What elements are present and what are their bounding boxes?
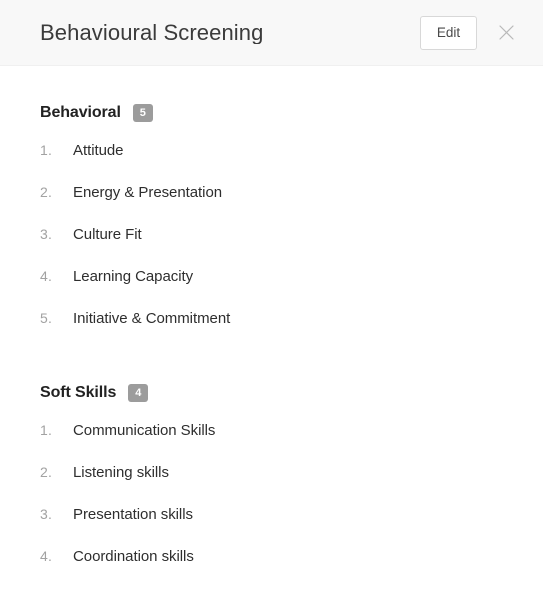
section-count-badge: 4 <box>128 384 149 402</box>
list-item-label: Presentation skills <box>73 506 193 523</box>
list-item-index: 2. <box>40 464 53 480</box>
behavioural-screening-panel: Behavioural Screening Edit Behavioral 5 … <box>0 0 543 600</box>
list-item-index: 1. <box>40 142 53 158</box>
list-item-index: 4. <box>40 548 53 564</box>
list-item[interactable]: 4. Learning Capacity <box>40 269 503 311</box>
close-button[interactable] <box>491 18 521 48</box>
list-item[interactable]: 3. Presentation skills <box>40 507 503 549</box>
close-icon <box>498 24 515 41</box>
list-item[interactable]: 2. Energy & Presentation <box>40 185 503 227</box>
list-item[interactable]: 1. Attitude <box>40 143 503 185</box>
list-item-index: 1. <box>40 422 53 438</box>
list-item-index: 4. <box>40 268 53 284</box>
list-item-label: Initiative & Commitment <box>73 310 231 327</box>
list-item[interactable]: 1. Communication Skills <box>40 423 503 465</box>
list-item[interactable]: 3. Culture Fit <box>40 227 503 269</box>
page-title: Behavioural Screening <box>40 21 264 44</box>
list-item-label: Energy & Presentation <box>73 184 223 201</box>
section-title: Soft Skills <box>40 384 117 401</box>
edit-button[interactable]: Edit <box>420 15 477 50</box>
section-header: Soft Skills 4 <box>40 382 503 404</box>
list-item-index: 3. <box>40 506 53 522</box>
list-item-label: Coordination skills <box>73 548 194 565</box>
section-count-badge: 5 <box>132 104 153 122</box>
list-item-label: Culture Fit <box>73 226 142 243</box>
panel-body: Behavioral 5 1. Attitude 2. Energy & Pre… <box>0 66 543 599</box>
list-item-label: Listening skills <box>73 464 169 481</box>
section-title: Behavioral <box>40 104 121 121</box>
section-header: Behavioral 5 <box>40 102 503 124</box>
section-behavioral: Behavioral 5 1. Attitude 2. Energy & Pre… <box>40 66 503 353</box>
list-item-index: 5. <box>40 310 53 326</box>
list-item-index: 3. <box>40 226 53 242</box>
list-item[interactable]: 2. Listening skills <box>40 465 503 507</box>
section-soft-skills: Soft Skills 4 1. Communication Skills 2.… <box>40 353 503 591</box>
list-item-index: 2. <box>40 184 53 200</box>
list-item-label: Attitude <box>73 142 124 159</box>
list-item-label: Learning Capacity <box>73 268 194 285</box>
soft-skills-item-list: 1. Communication Skills 2. Listening ski… <box>40 423 503 591</box>
list-item[interactable]: 4. Coordination skills <box>40 549 503 591</box>
panel-header: Behavioural Screening Edit <box>0 0 543 66</box>
list-item[interactable]: 5. Initiative & Commitment <box>40 311 503 353</box>
behavioral-item-list: 1. Attitude 2. Energy & Presentation 3. … <box>40 143 503 353</box>
list-item-label: Communication Skills <box>73 422 216 439</box>
